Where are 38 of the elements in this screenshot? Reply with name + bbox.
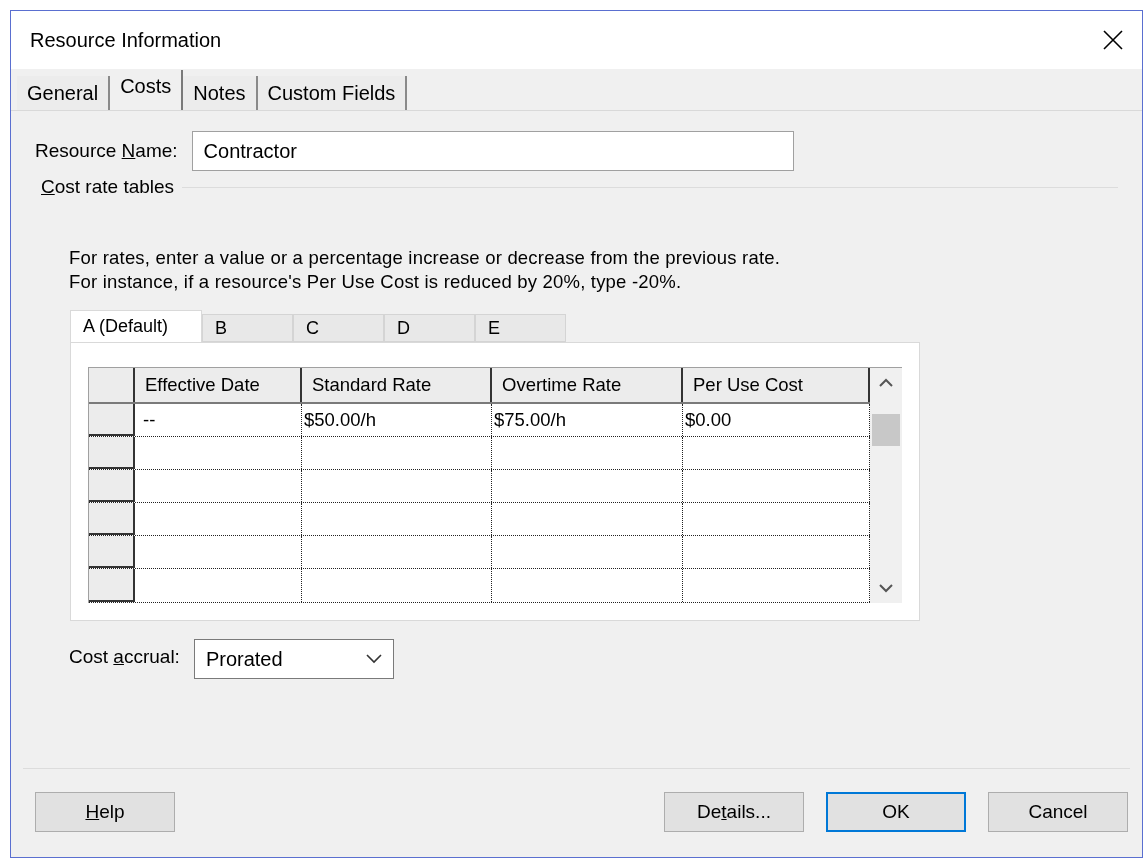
row-header[interactable] [89, 503, 135, 536]
scroll-up-icon[interactable] [879, 377, 893, 388]
rate-table-tab[interactable]: A (Default) [70, 309, 202, 342]
rate-table-tab[interactable]: B [202, 313, 293, 342]
row-header[interactable] [89, 403, 135, 436]
instructions-text: For rates, enter a value or a percentage increase or decrease from the previous rate. For instance, if a resource's Per Use Cost is reduced by 20%, type -20%. [69, 245, 782, 294]
scrollbar[interactable] [870, 367, 902, 603]
table-cell-text: -- [143, 407, 156, 432]
rate-table-tab[interactable]: D [384, 313, 475, 342]
close-icon[interactable] [1102, 29, 1124, 51]
dialog-button[interactable]: Help [35, 792, 175, 832]
scroll-thumb[interactable] [872, 414, 900, 446]
row-header[interactable] [89, 536, 135, 569]
dialog-button[interactable]: OK [826, 792, 966, 832]
row-header[interactable] [89, 436, 135, 469]
tab[interactable]: General [17, 76, 111, 110]
text-field[interactable]: Contractor [191, 131, 794, 171]
tab[interactable]: Custom Fields [257, 76, 408, 110]
column-header[interactable]: Overtime Rate [492, 367, 683, 402]
table-cell-text: $0.00 [685, 407, 732, 432]
column-header[interactable]: Standard Rate [302, 367, 492, 402]
rate-table-tab[interactable]: C [293, 313, 384, 342]
table-cell-text: $50.00/h [304, 407, 376, 432]
row-header[interactable] [89, 569, 135, 602]
rate-table-tab[interactable]: E [475, 313, 566, 342]
group-label: Cost rate tables [41, 175, 175, 199]
dropdown[interactable]: Prorated [193, 638, 394, 679]
row-header[interactable] [89, 469, 135, 503]
dialog-button[interactable]: Cancel [988, 792, 1128, 832]
window-title: Resource Information [30, 28, 222, 53]
tab[interactable]: Notes [183, 76, 258, 110]
scroll-down-icon[interactable] [879, 582, 893, 593]
table-cell-text: $75.00/h [494, 407, 566, 432]
field-label: Cost accrual: [69, 644, 180, 669]
field-label: Resource Name: [35, 138, 178, 163]
column-header[interactable]: Effective Date [135, 367, 302, 402]
dialog-button[interactable]: Details... [664, 792, 804, 832]
chevron-down-icon [365, 653, 382, 664]
